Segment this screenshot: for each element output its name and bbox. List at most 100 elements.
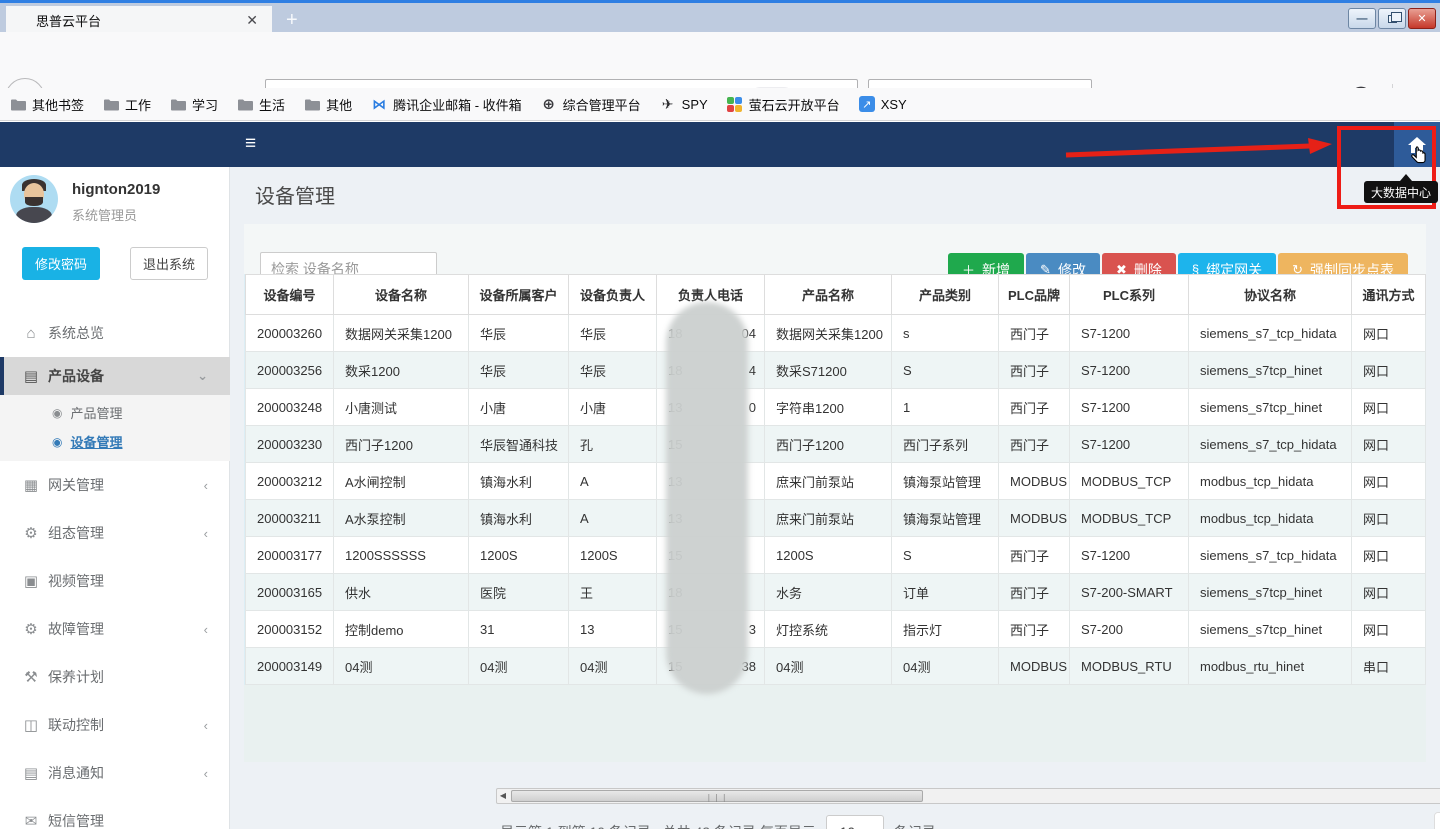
sidebar-item-网关管理[interactable]: ▦网关管理‹ bbox=[0, 461, 230, 509]
phone-suffix: 0 bbox=[749, 400, 756, 415]
sidebar-item-短信管理[interactable]: ✉短信管理 bbox=[0, 797, 230, 829]
change-password-button[interactable]: 修改密码 bbox=[22, 247, 100, 280]
plane-icon: ✈ bbox=[660, 96, 676, 112]
cell-customer: 镇海水利 bbox=[469, 500, 569, 537]
cell-customer: 华辰 bbox=[469, 352, 569, 389]
sidebar-item-label: 产品设备 bbox=[48, 366, 197, 386]
column-header: 设备编号 bbox=[246, 275, 334, 315]
ys7-icon bbox=[727, 96, 743, 112]
cell-no: 200003165 bbox=[246, 574, 334, 611]
new-tab-button[interactable]: + bbox=[286, 9, 298, 32]
annotation-arrow bbox=[1058, 134, 1348, 162]
table-row[interactable]: 200003230西门子1200华辰智通科技孔15西门子1200西门子系列西门子… bbox=[246, 426, 1426, 463]
cell-product: 庶来门前泵站 bbox=[765, 500, 892, 537]
cell-brand: MODBUS bbox=[999, 463, 1070, 500]
globe-icon: ⊕ bbox=[541, 96, 557, 112]
cell-no: 200003248 bbox=[246, 389, 334, 426]
table-row[interactable]: 200003152控制demo3113153灯控系统指示灯西门子S7-200si… bbox=[246, 611, 1426, 648]
cell-product: 灯控系统 bbox=[765, 611, 892, 648]
tencent-mail-icon: ⋈ bbox=[371, 96, 387, 112]
dot-circle-icon: ◉ bbox=[52, 406, 62, 420]
bookmark-item[interactable]: 学习 bbox=[170, 95, 218, 114]
sidebar-item-保养计划[interactable]: ⚒保养计划 bbox=[0, 653, 230, 701]
bookmark-label: XSY bbox=[881, 97, 907, 112]
sidebar-item-视频管理[interactable]: ▣视频管理 bbox=[0, 557, 230, 605]
per-page-select[interactable]: 10▲ bbox=[826, 815, 884, 829]
cell-brand: 西门子 bbox=[999, 537, 1070, 574]
cell-name: 西门子1200 bbox=[334, 426, 469, 463]
avatar[interactable] bbox=[10, 175, 58, 223]
column-header: PLC系列 bbox=[1070, 275, 1189, 315]
cell-owner: 王 bbox=[569, 574, 657, 611]
sidebar-item-消息通知[interactable]: ▤消息通知‹ bbox=[0, 749, 230, 797]
table-row[interactable]: 200003165供水医院王18水务订单西门子S7-200-SMARTsieme… bbox=[246, 574, 1426, 611]
minimize-button[interactable]: — bbox=[1348, 8, 1376, 29]
scrollbar-thumb[interactable]: ❘❘❘ bbox=[511, 790, 923, 802]
pagination-prev[interactable]: ‹ bbox=[1435, 813, 1440, 829]
cell-product: 1200S bbox=[765, 537, 892, 574]
column-header: 设备负责人 bbox=[569, 275, 657, 315]
sidebar-item-label: 系统总览 bbox=[48, 323, 230, 343]
sidebar-item-组态管理[interactable]: ⚙组态管理‹ bbox=[0, 509, 230, 557]
gears-icon: ⚙ bbox=[20, 620, 42, 638]
bookmark-item[interactable]: 其他 bbox=[304, 95, 352, 114]
table-row[interactable]: 200003256数采1200华辰华辰184数采S71200S西门子S7-120… bbox=[246, 352, 1426, 389]
cell-comm: 网口 bbox=[1352, 574, 1426, 611]
table-row[interactable]: 200003248小唐测试小唐小唐130字符串12001西门子S7-1200si… bbox=[246, 389, 1426, 426]
bookmark-item[interactable]: 其他书签 bbox=[10, 95, 84, 114]
column-header: 协议名称 bbox=[1189, 275, 1352, 315]
bookmark-item[interactable]: 生活 bbox=[237, 95, 285, 114]
cell-comm: 串口 bbox=[1352, 648, 1426, 685]
restore-icon bbox=[1388, 15, 1397, 23]
scroll-left-icon[interactable]: ◀ bbox=[497, 789, 509, 803]
gears-icon: ⚙ bbox=[20, 524, 42, 542]
bookmark-item[interactable]: ⋈ 腾讯企业邮箱 - 收件箱 bbox=[371, 95, 522, 114]
table-row[interactable]: 20000314904测04测04测153804测04测MODBUSMODBUS… bbox=[246, 648, 1426, 685]
sidebar-subitem-设备管理[interactable]: ◉设备管理 bbox=[0, 427, 230, 456]
cell-name: A水闸控制 bbox=[334, 463, 469, 500]
bookmark-item[interactable]: ✈SPY bbox=[660, 96, 708, 112]
web-page: ≡ hignton2019 系统管理员 修改密码 退出系统 ⌂系统总览▤产品设备… bbox=[0, 122, 1440, 829]
bookmark-item[interactable]: ⊕综合管理平台 bbox=[541, 95, 641, 114]
sidebar-menu: ⌂系统总览▤产品设备⌄ ◉产品管理◉设备管理 ▦网关管理‹⚙组态管理‹▣视频管理⚙故… bbox=[0, 309, 230, 829]
horizontal-scrollbar[interactable]: ◀ ❘❘❘ ▶ bbox=[496, 788, 1440, 804]
close-button[interactable]: ✕ bbox=[1408, 8, 1436, 29]
cell-category: 镇海泵站管理 bbox=[892, 500, 999, 537]
table-row[interactable]: 2000031771200SSSSSS1200S1200S151200SS西门子… bbox=[246, 537, 1426, 574]
column-header: 产品名称 bbox=[765, 275, 892, 315]
bookmark-label: 腾讯企业邮箱 - 收件箱 bbox=[393, 95, 522, 114]
cell-category: 指示灯 bbox=[892, 611, 999, 648]
sidebar-item-故障管理[interactable]: ⚙故障管理‹ bbox=[0, 605, 230, 653]
sidebar-collapse-icon[interactable]: ≡ bbox=[245, 133, 256, 155]
cell-customer: 华辰 bbox=[469, 315, 569, 352]
logout-button[interactable]: 退出系统 bbox=[130, 247, 208, 280]
cell-brand: 西门子 bbox=[999, 611, 1070, 648]
sidebar-item-系统总览[interactable]: ⌂系统总览 bbox=[0, 309, 230, 357]
folder-icon bbox=[10, 96, 26, 112]
sidebar-item-label: 消息通知 bbox=[48, 763, 204, 783]
column-header: PLC品牌 bbox=[999, 275, 1070, 315]
bookmark-item[interactable]: 工作 bbox=[103, 95, 151, 114]
envelope-icon: ✉ bbox=[20, 812, 42, 829]
sidebar-item-产品设备[interactable]: ▤产品设备⌄ bbox=[0, 357, 230, 395]
table-row[interactable]: 200003260数据网关采集1200华辰华辰1804数据网关采集1200s西门… bbox=[246, 315, 1426, 352]
folder-icon bbox=[304, 96, 320, 112]
bookmark-item[interactable]: 萤石云开放平台 bbox=[727, 95, 840, 114]
bookmark-item[interactable]: ↗XSY bbox=[859, 96, 907, 112]
cell-category: S bbox=[892, 352, 999, 389]
phone-suffix: 3 bbox=[749, 622, 756, 637]
restore-button[interactable] bbox=[1378, 8, 1406, 29]
browser-tab[interactable]: 思普云平台 ✕ bbox=[6, 6, 272, 35]
table-row[interactable]: 200003211A水泵控制镇海水利A13庶来门前泵站镇海泵站管理MODBUSM… bbox=[246, 500, 1426, 537]
monitor-icon: ▣ bbox=[20, 572, 42, 590]
cell-category: 西门子系列 bbox=[892, 426, 999, 463]
folder-icon bbox=[170, 96, 186, 112]
sidebar-item-联动控制[interactable]: ◫联动控制‹ bbox=[0, 701, 230, 749]
tab-close-icon[interactable]: ✕ bbox=[242, 12, 262, 29]
hand-cursor-icon bbox=[1408, 145, 1430, 169]
cell-owner: 13 bbox=[569, 611, 657, 648]
cell-product: 04测 bbox=[765, 648, 892, 685]
cell-no: 200003260 bbox=[246, 315, 334, 352]
table-row[interactable]: 200003212A水闸控制镇海水利A13庶来门前泵站镇海泵站管理MODBUSM… bbox=[246, 463, 1426, 500]
sidebar-subitem-产品管理[interactable]: ◉产品管理 bbox=[0, 398, 230, 427]
